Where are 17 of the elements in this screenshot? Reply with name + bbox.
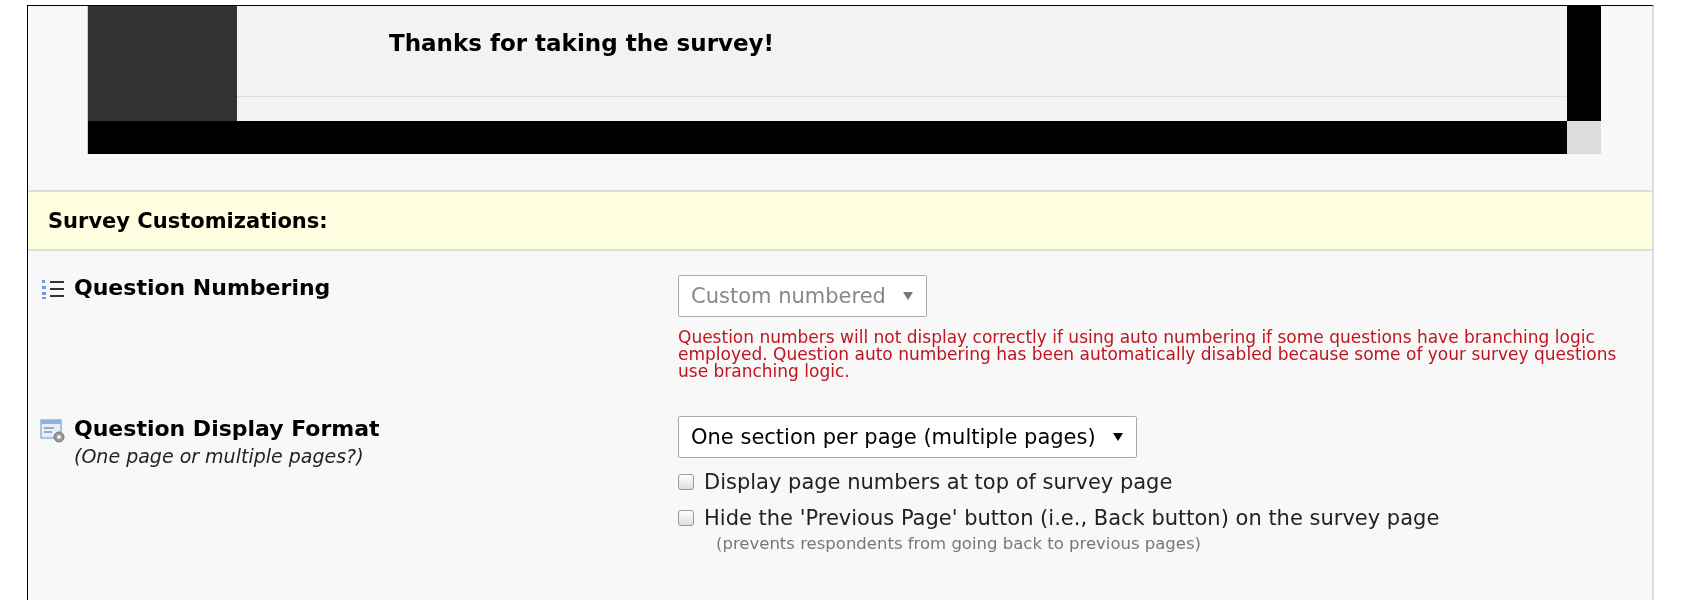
caret-icon xyxy=(1111,432,1124,442)
checkbox[interactable] xyxy=(678,510,694,526)
setting-label: Question Display Format xyxy=(74,416,380,441)
option-note: (prevents respondents from going back to previous pages) xyxy=(716,534,1203,553)
form-settings-icon xyxy=(40,418,66,444)
numbered-list-icon xyxy=(40,277,66,301)
caret-icon xyxy=(901,291,914,301)
option-label: Display page numbers at top of survey page xyxy=(704,470,1173,494)
checkbox[interactable] xyxy=(678,474,694,490)
setting-hint: (One page or multiple pages?) xyxy=(74,445,365,467)
setting-label: Question Numbering xyxy=(74,275,331,300)
scrollbar-corner xyxy=(1567,121,1601,154)
section-title: Survey Customizations: xyxy=(48,208,328,233)
thank-you-message: Thanks for taking the survey! xyxy=(389,30,775,56)
option-label: Hide the 'Previous Page' button (i.e., Back button) on the survey page xyxy=(704,506,1440,530)
warning-message: Question numbers will not display correctly if using auto numbering if some questions have branching logic employed. Question auto numbering has been automatically disabled because some of your survey questions use branching logic. xyxy=(678,329,1618,380)
dropdown[interactable]: One section per page (multiple pages) xyxy=(678,416,1137,458)
